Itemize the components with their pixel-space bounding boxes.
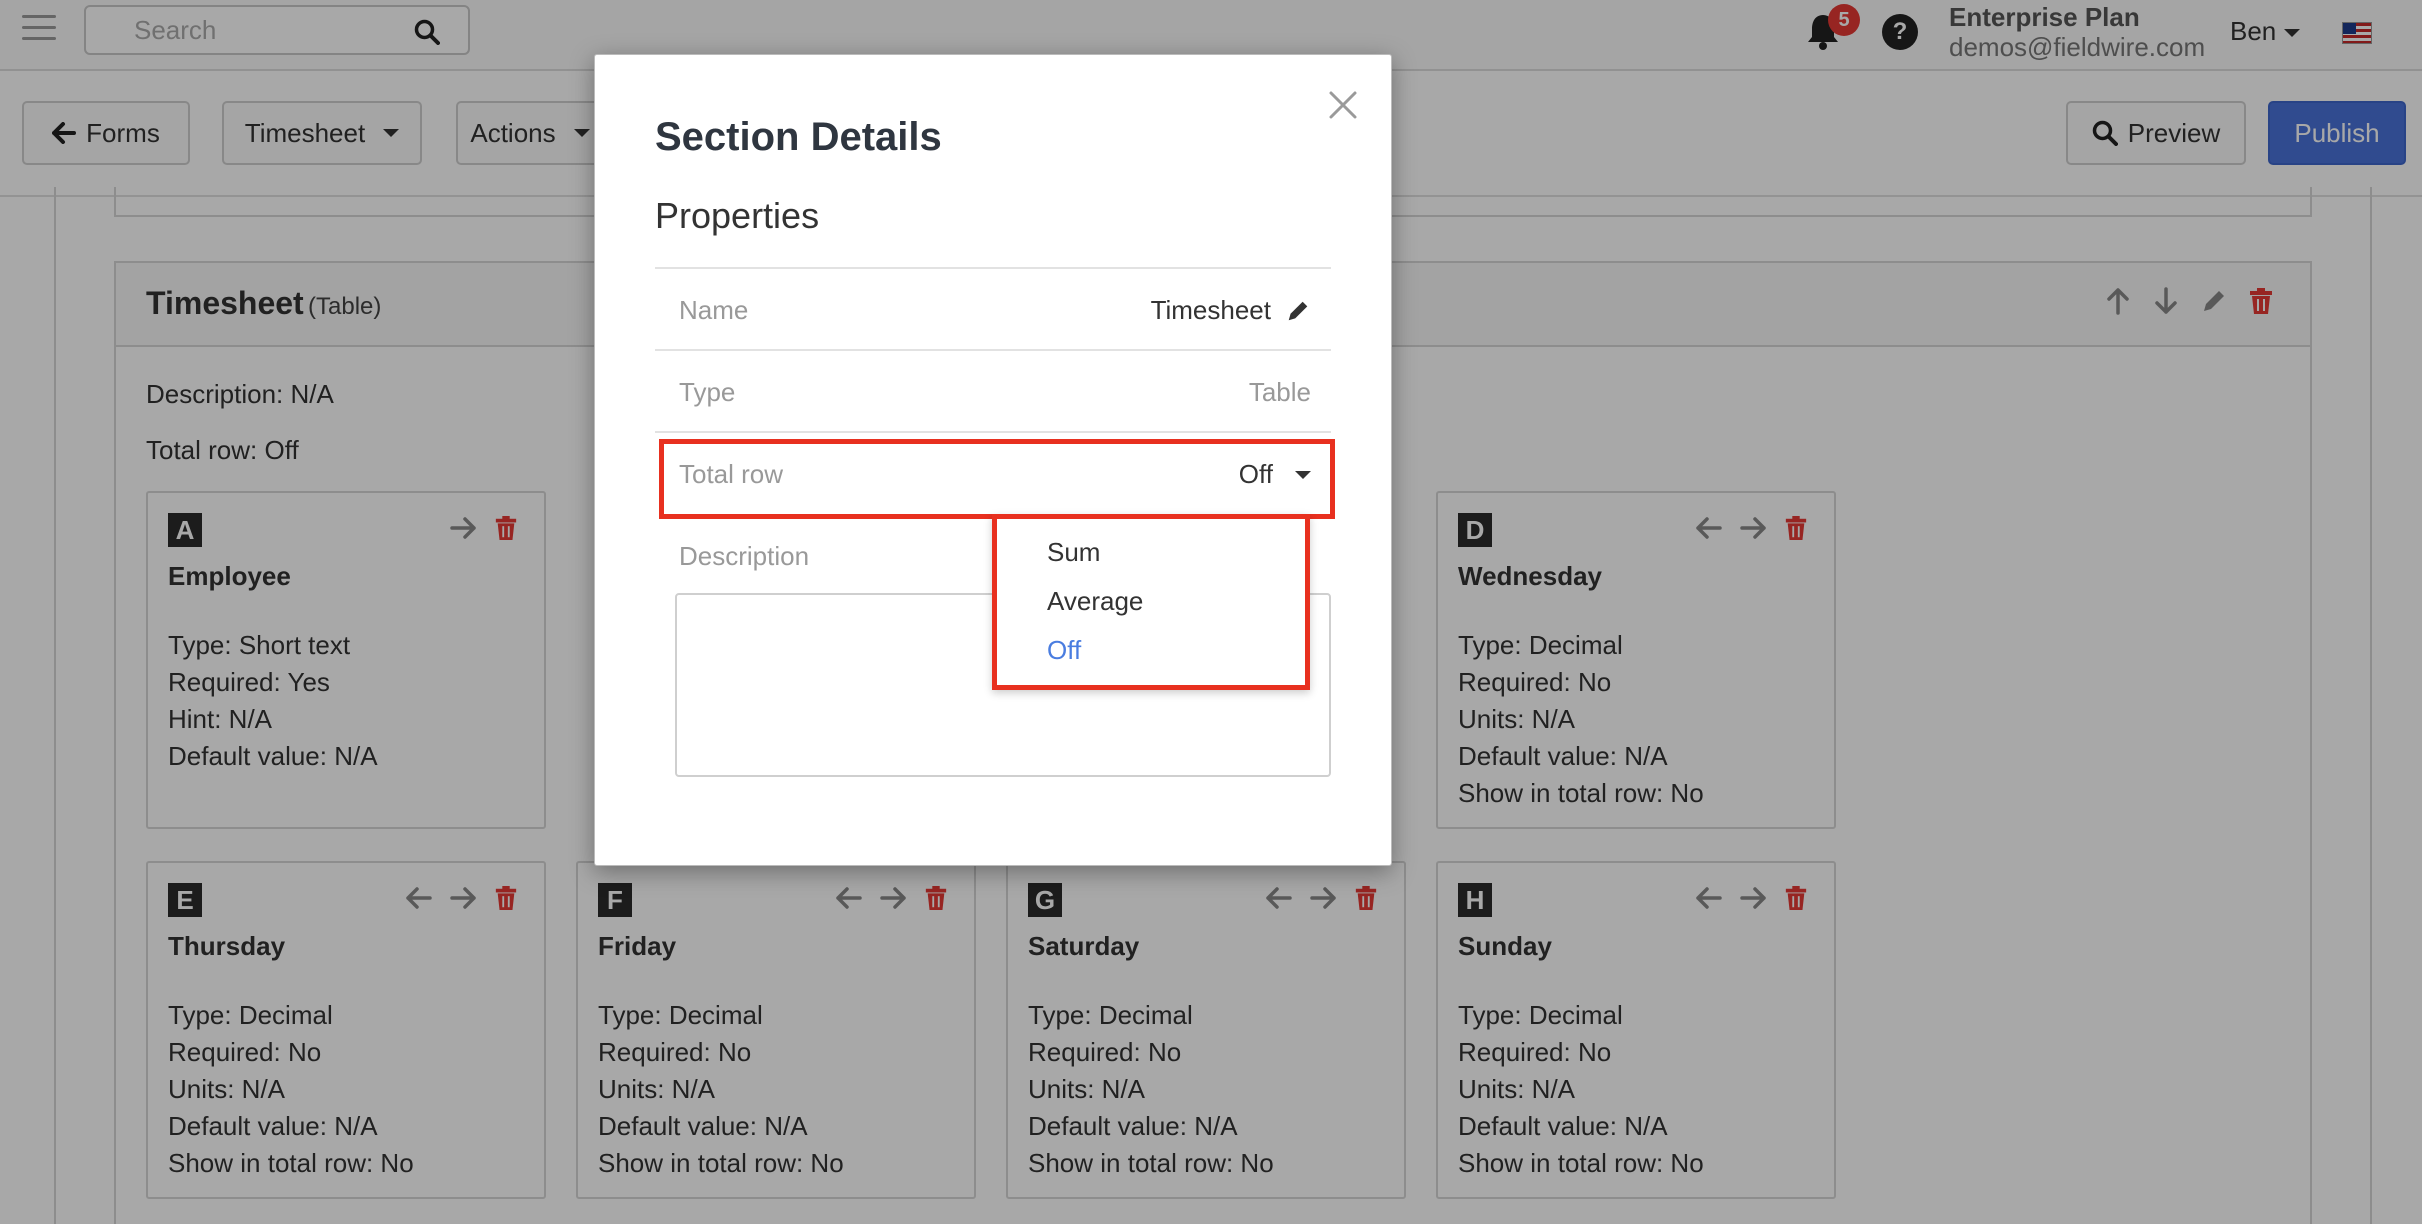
option-off[interactable]: Off (1047, 635, 1081, 666)
pencil-icon[interactable] (1285, 298, 1311, 324)
properties-heading: Properties (655, 195, 820, 236)
section-details-modal: Section Details Properties Name Timeshee… (594, 54, 1392, 866)
option-sum[interactable]: Sum (1047, 537, 1100, 568)
section-name: Timesheet (1150, 295, 1271, 325)
modal-title: Section Details (655, 115, 942, 159)
type-row: Type Table (655, 349, 1331, 431)
close-icon[interactable] (1325, 87, 1361, 123)
name-label: Name (679, 295, 749, 325)
total-row-highlight (659, 439, 1335, 519)
option-average[interactable]: Average (1047, 586, 1143, 617)
total-row-dropdown: Sum Average Off (992, 514, 1310, 690)
description-label: Description (679, 541, 810, 571)
type-label: Type (679, 377, 736, 407)
name-row: Name Timesheet (655, 267, 1331, 349)
name-value: Timesheet (1151, 295, 1311, 326)
type-value: Table (1248, 377, 1311, 407)
